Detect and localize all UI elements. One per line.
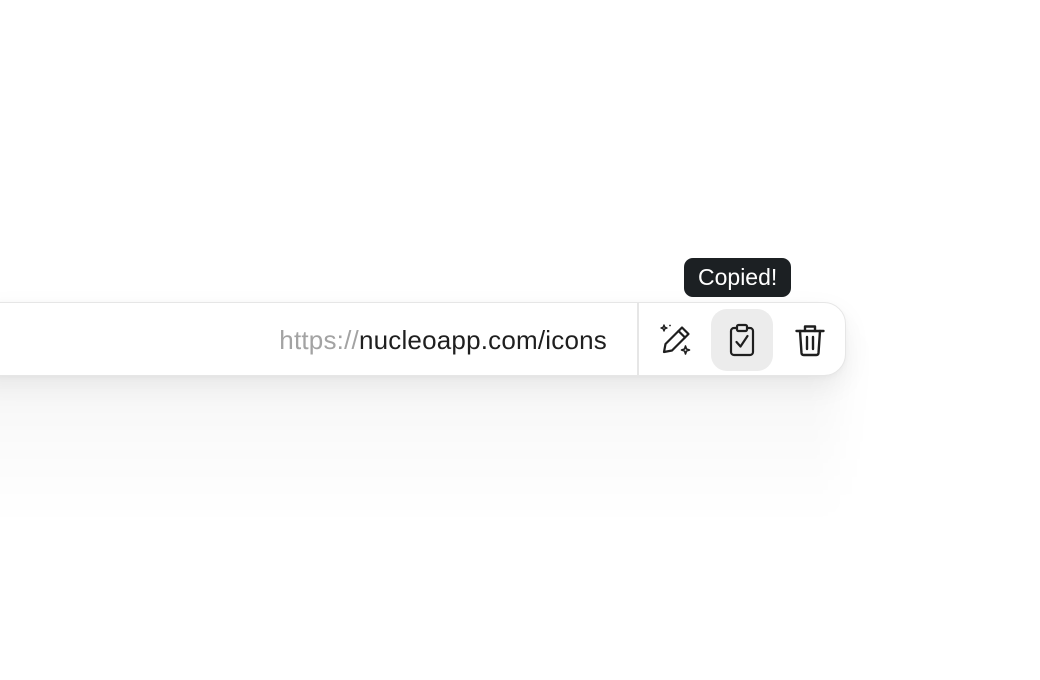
url-scheme: https:// xyxy=(279,324,359,355)
edit-button[interactable] xyxy=(645,309,707,371)
trash-icon xyxy=(795,325,825,357)
url-bar: https://nucleoapp.com/icons xyxy=(0,302,846,376)
url-display[interactable]: https://nucleoapp.com/icons xyxy=(279,303,607,377)
divider xyxy=(637,303,639,375)
copy-button[interactable] xyxy=(711,309,773,371)
url-host-path: nucleoapp.com/icons xyxy=(358,324,607,355)
delete-button[interactable] xyxy=(779,309,841,371)
canvas: https://nucleoapp.com/icons Copied! xyxy=(0,0,1040,680)
pencil-sparkle-icon xyxy=(660,324,691,355)
copied-tooltip: Copied! xyxy=(684,258,792,297)
clipboard-check-icon xyxy=(729,323,755,357)
